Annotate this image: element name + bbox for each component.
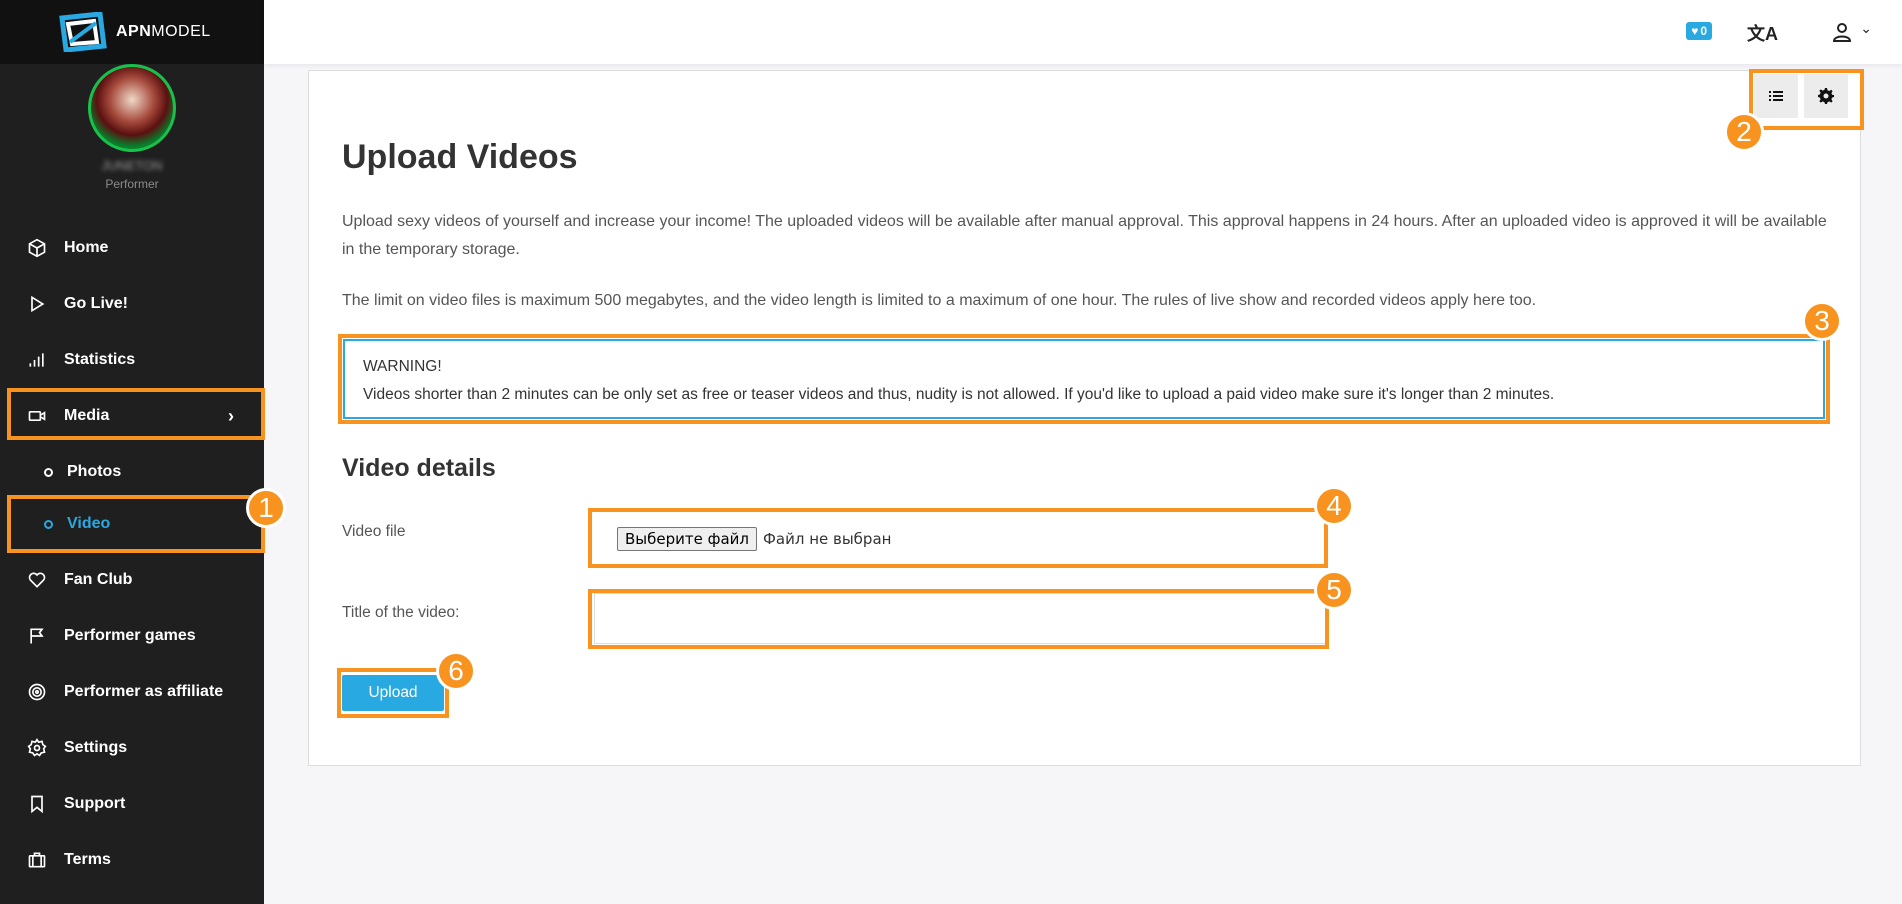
profile-role: Performer (105, 177, 159, 191)
gear-icon (26, 737, 48, 759)
sidebar-item-label: Photos (67, 463, 122, 480)
video-title-label: Title of the video: (342, 604, 460, 621)
sidebar-subitem-video[interactable]: Video (0, 504, 264, 544)
warning-box: WARNING! Videos shorter than 2 minutes c… (343, 339, 1825, 419)
sidebar-item-media[interactable]: Media › (0, 394, 264, 438)
sidebar-item-fanclub[interactable]: Fan Club (0, 558, 264, 602)
circle-icon (44, 519, 53, 529)
sidebar-item-label: Media (64, 407, 110, 424)
heart-icon (26, 569, 48, 591)
sidebar-item-label: Statistics (64, 351, 136, 368)
translate-icon[interactable]: 文A (1747, 20, 1778, 46)
intro-text: Upload sexy videos of yourself and incre… (342, 213, 1827, 258)
list-icon (1769, 91, 1783, 101)
sidebar-item-home[interactable]: Home (0, 226, 264, 270)
logo[interactable]: APNMODEL (0, 0, 264, 64)
warning-text: Videos shorter than 2 minutes can be onl… (363, 386, 1555, 403)
video-file-input[interactable]: Выберите файл Файл не выбран (617, 527, 891, 551)
sidebar-item-label: Support (64, 795, 126, 812)
sidebar-item-statistics[interactable]: Statistics (0, 338, 264, 382)
video-camera-icon (26, 405, 48, 427)
sidebar-item-games[interactable]: Performer games (0, 614, 264, 658)
sidebar-item-label: Fan Club (64, 571, 133, 588)
view-toolbar (1754, 74, 1848, 118)
settings-button[interactable] (1804, 74, 1848, 118)
sidebar-item-label: Settings (64, 739, 128, 756)
sidebar-subitem-photos[interactable]: Photos (0, 452, 264, 492)
sidebar-item-label: Performer as affiliate (64, 683, 224, 700)
limit-text: The limit on video files is maximum 500 … (342, 292, 1537, 309)
list-view-button[interactable] (1754, 74, 1798, 118)
play-icon (26, 293, 48, 315)
annotation-badge-5: 5 (1314, 570, 1354, 610)
sidebar-item-label: Go Live! (64, 295, 129, 312)
favorites-badge[interactable]: ♥ 0 (1686, 22, 1712, 40)
favorites-count: 0 (1700, 24, 1707, 38)
sidebar-item-label: Video (67, 515, 111, 532)
flag-icon (26, 625, 48, 647)
annotation-badge-6: 6 (436, 651, 476, 691)
sidebar-item-golive[interactable]: Go Live! (0, 282, 264, 326)
heart-icon: ♥ (1691, 24, 1699, 38)
cube-icon (26, 237, 48, 259)
upload-button[interactable]: Upload (342, 675, 444, 711)
circle-icon (44, 467, 53, 477)
video-file-label: Video file (342, 523, 406, 540)
bookmark-icon (26, 793, 48, 815)
annotation-badge-4: 4 (1314, 486, 1354, 526)
annotation-badge-2: 2 (1724, 112, 1764, 152)
annotation-badge-3: 3 (1802, 301, 1842, 341)
profile-name: JUNETON (101, 158, 163, 173)
chevron-right-icon: › (228, 405, 234, 426)
sidebar-item-support[interactable]: Support (0, 782, 264, 826)
warning-title: WARNING! (363, 358, 442, 375)
logo-icon (59, 12, 107, 52)
annotation-badge-1: 1 (246, 488, 286, 528)
sidebar: APNMODEL JUNETON Performer Home Go Live!… (0, 0, 264, 904)
target-icon (26, 681, 48, 703)
sidebar-item-affiliate[interactable]: Performer as affiliate (0, 670, 264, 714)
user-icon[interactable] (1830, 20, 1854, 44)
avatar[interactable] (88, 64, 176, 152)
brand-name: APNMODEL (116, 23, 211, 40)
video-title-input[interactable] (594, 593, 1326, 644)
sidebar-item-label: Terms (64, 851, 111, 868)
choose-file-button[interactable]: Выберите файл (617, 527, 757, 551)
sidebar-item-settings[interactable]: Settings (0, 726, 264, 770)
file-status: Файл не выбран (762, 530, 892, 548)
chevron-down-icon[interactable]: ⌄ (1860, 20, 1872, 37)
gear-icon (1818, 88, 1834, 104)
sidebar-item-label: Home (64, 239, 109, 256)
sidebar-item-terms[interactable]: Terms (0, 838, 264, 882)
topbar: ♥ 0 文A ⌄ (264, 0, 1902, 64)
bar-chart-icon (26, 349, 48, 371)
section-title: Video details (342, 454, 496, 482)
briefcase-icon (26, 849, 48, 871)
sidebar-item-label: Performer games (64, 627, 196, 644)
page-title: Upload Videos (342, 138, 578, 176)
profile: JUNETON Performer (0, 64, 264, 191)
